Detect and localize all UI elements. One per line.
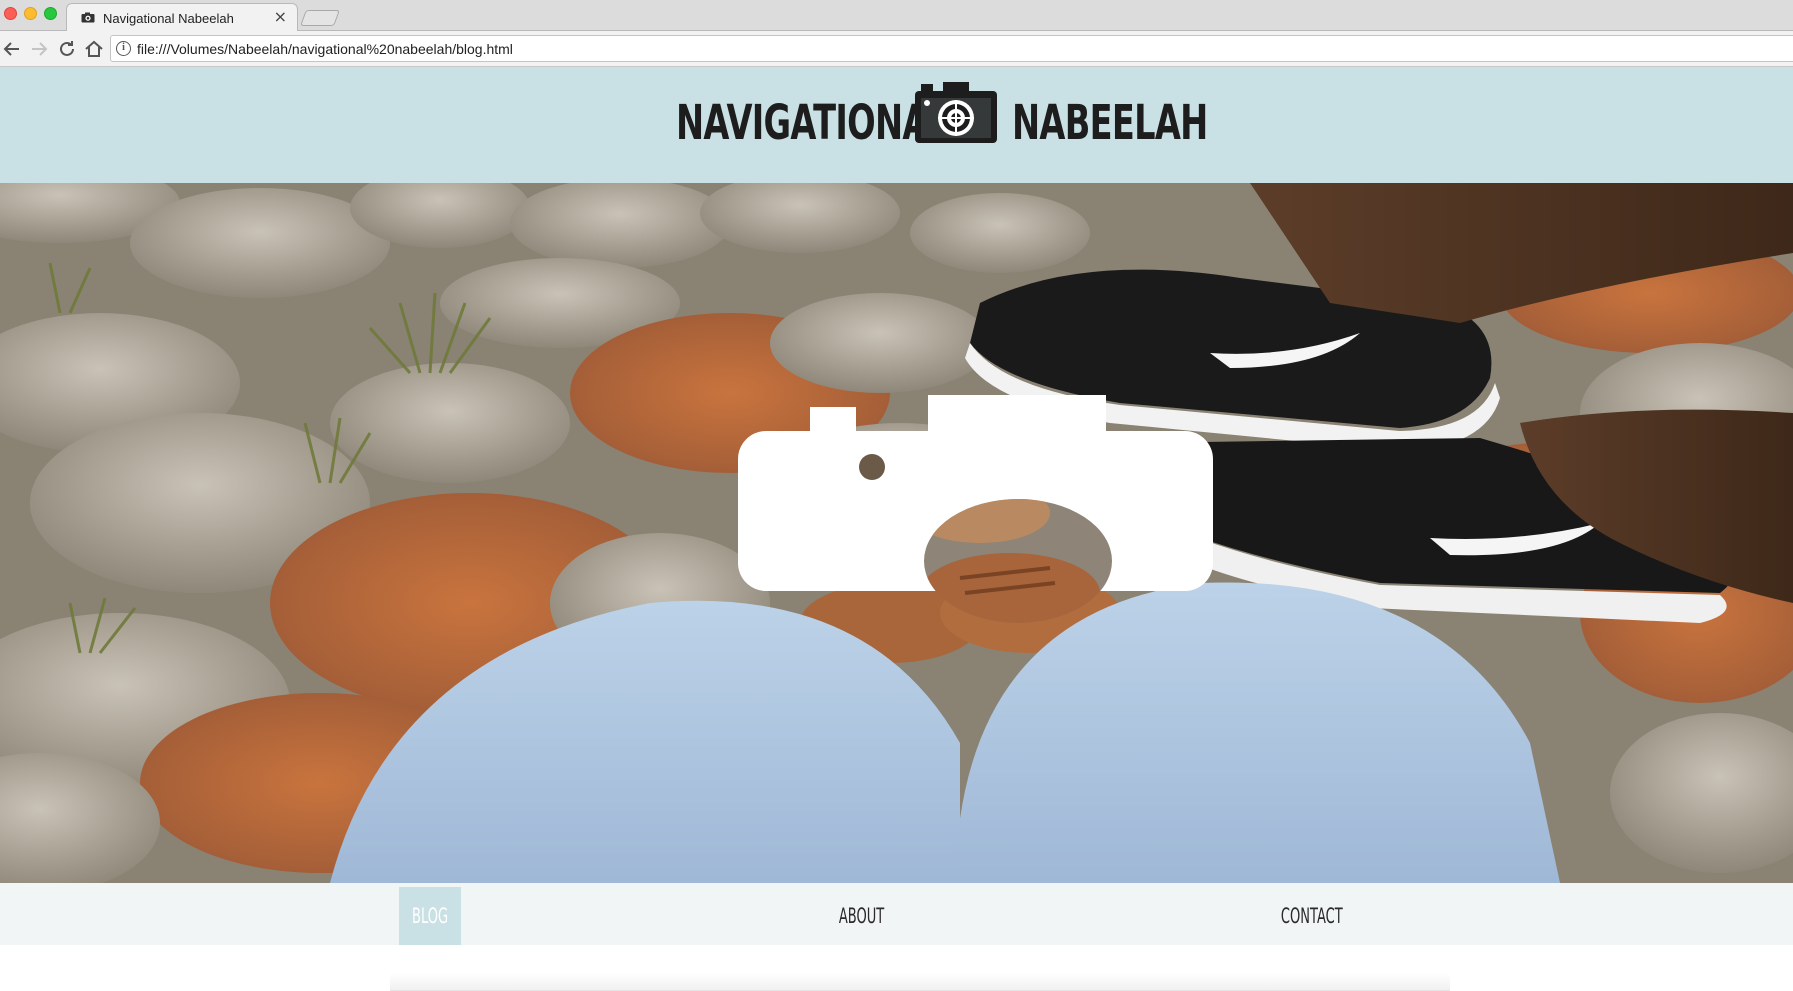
nav-label-contact: CONTACT	[1280, 904, 1343, 928]
logo-text-right: NABEELAH	[1012, 95, 1208, 151]
site-header: NAVIGATIONAL NABEELAH	[0, 67, 1793, 183]
nav-item-contact[interactable]: CONTACT	[1262, 887, 1350, 945]
nav-item-blog[interactable]: BLOG	[399, 887, 461, 945]
reload-icon[interactable]	[55, 37, 79, 61]
tab-title: Navigational Nabeelah	[103, 11, 234, 26]
browser-toolbar: i file:///Volumes/Nabeelah/navigational%…	[0, 31, 1793, 67]
maximize-window-icon[interactable]	[44, 7, 57, 20]
logo-text-left: NAVIGATIONAL	[676, 95, 949, 151]
minimize-window-icon[interactable]	[24, 7, 37, 20]
browser-tab[interactable]: Navigational Nabeelah ×	[66, 3, 298, 32]
address-bar[interactable]: i file:///Volumes/Nabeelah/navigational%…	[110, 35, 1793, 62]
nav-label-about: ABOUT	[839, 904, 885, 928]
hero-image	[0, 183, 1793, 883]
close-window-icon[interactable]	[4, 7, 17, 20]
nav-item-about[interactable]: ABOUT	[822, 887, 902, 945]
forward-arrow-icon[interactable]	[27, 37, 51, 61]
content-area	[0, 945, 1793, 991]
logo-camera-icon	[915, 82, 997, 143]
main-navigation: BLOG ABOUT CONTACT	[0, 883, 1793, 945]
camera-favicon-icon	[81, 12, 95, 23]
info-icon[interactable]: i	[116, 41, 131, 56]
hero-photo	[0, 183, 1793, 883]
browser-tab-strip: Navigational Nabeelah ×	[0, 0, 1793, 32]
site-logo[interactable]: NAVIGATIONAL NABEELAH	[676, 81, 1208, 161]
home-icon[interactable]	[82, 37, 106, 61]
nav-label-blog: BLOG	[411, 904, 449, 928]
page-viewport: NAVIGATIONAL NABEELAH BLOG ABOUT CONTACT	[0, 67, 1793, 991]
new-tab-button[interactable]	[300, 10, 340, 26]
tab-close-icon[interactable]: ×	[274, 8, 287, 26]
content-card-top	[390, 973, 1450, 991]
url-text[interactable]: file:///Volumes/Nabeelah/navigational%20…	[137, 41, 513, 57]
back-arrow-icon[interactable]	[0, 37, 24, 61]
